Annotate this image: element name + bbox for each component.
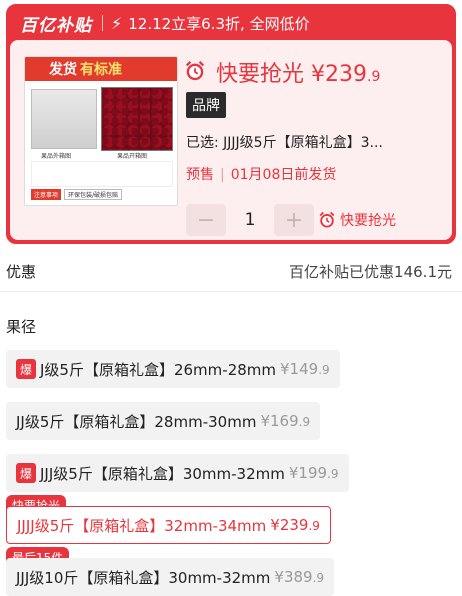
promo-text: 12.12立享6.3折, 全网低价 bbox=[128, 14, 310, 33]
spec-option-label: JJJJ级5斤【原箱礼盒】32mm-34mm bbox=[17, 516, 267, 535]
alarm-clock-icon bbox=[185, 61, 205, 81]
spec-option-price: ¥239.9 bbox=[270, 516, 320, 534]
product-card: 百亿补贴 ⚡ 12.12立享6.3折, 全网低价 发货 有标准 果品外箱图 果品开… bbox=[6, 4, 456, 244]
spec-option-label: JJJ级5斤【原箱礼盒】30mm-32mm bbox=[40, 464, 285, 483]
spec-option[interactable]: 爆 J级5斤【原箱礼盒】26mm-28mm ¥149.9 bbox=[6, 350, 340, 388]
spec-option-price: ¥389.9 bbox=[274, 568, 325, 586]
spec-option-label: JJ级5斤【原箱礼盒】28mm-30mm bbox=[16, 412, 257, 431]
spec-option-price: ¥199.9 bbox=[288, 464, 339, 482]
selected-spec-text[interactable]: 已选: JJJJ级5斤【原箱礼盒】3... bbox=[186, 132, 383, 152]
decrease-button[interactable]: − bbox=[186, 204, 226, 236]
discount-value: 百亿补贴已优惠146.1元 bbox=[289, 263, 452, 281]
thumbnail-spec-table bbox=[31, 161, 173, 187]
spec-option-price: ¥149.9 bbox=[280, 360, 330, 378]
thumbnail-tags: 注意事项 环保包装/破损包赔 bbox=[31, 189, 123, 200]
quantity-value[interactable]: 1 bbox=[226, 210, 274, 230]
hot-badge: 爆 bbox=[16, 359, 36, 379]
spec-option[interactable]: JJ级5斤【原箱礼盒】28mm-30mm ¥169.9 bbox=[6, 402, 321, 440]
quantity-stepper: − 1 + bbox=[186, 204, 314, 236]
spec-option-price: ¥169.9 bbox=[260, 412, 311, 430]
presale-info: 预售 | 01月08日前发货 bbox=[186, 167, 337, 183]
presale-label: 预售 bbox=[186, 167, 214, 183]
price-integer: ¥239 bbox=[311, 62, 368, 87]
increase-button[interactable]: + bbox=[274, 204, 314, 236]
presale-date: 01月08日前发货 bbox=[230, 167, 337, 183]
product-thumbnail[interactable]: 发货 有标准 果品外箱图 果品开箱图 注意事项 环保包装/破损包赔 bbox=[24, 56, 178, 206]
cherry-box-image bbox=[101, 87, 173, 151]
spec-option[interactable]: 爆 JJJ级5斤【原箱礼盒】30mm-32mm ¥199.9 bbox=[6, 454, 349, 492]
subsidy-logo: 百亿补贴 bbox=[20, 15, 92, 36]
discount-label: 优惠 bbox=[6, 263, 37, 281]
price-decimal: .9 bbox=[367, 69, 381, 85]
alarm-clock-icon bbox=[319, 211, 335, 228]
subsidy-banner: 百亿补贴 ⚡ 12.12立享6.3折, 全网低价 bbox=[8, 6, 454, 40]
spec-option-label: JJJ级10斤【原箱礼盒】30mm-32mm bbox=[16, 568, 271, 587]
spec-section-title: 果径 bbox=[6, 318, 37, 336]
product-summary-panel: 发货 有标准 果品外箱图 果品开箱图 注意事项 环保包装/破损包赔 快要抢光 ¥2… bbox=[10, 40, 452, 240]
thumbnail-header: 发货 有标准 bbox=[25, 57, 177, 81]
banner-divider bbox=[102, 15, 103, 31]
thumbnail-caption-left: 果品外箱图 bbox=[41, 153, 72, 160]
price-display: 快要抢光 ¥239.9 bbox=[216, 56, 380, 88]
thumbnail-caption-right: 果品开箱图 bbox=[117, 153, 148, 160]
hot-badge: 爆 bbox=[16, 463, 36, 483]
brand-badge: 品牌 bbox=[186, 92, 226, 118]
gift-box-image bbox=[31, 89, 97, 149]
stock-warning: 快要抢光 bbox=[318, 210, 396, 230]
urgency-label: 快要抢光 bbox=[216, 62, 305, 87]
spec-option[interactable]: JJJ级10斤【原箱礼盒】30mm-32mm ¥389.9 bbox=[6, 558, 335, 596]
stock-warning-label: 快要抢光 bbox=[340, 213, 396, 229]
spec-option-selected[interactable]: JJJJ级5斤【原箱礼盒】32mm-34mm ¥239.9 bbox=[6, 506, 331, 544]
lightning-icon: ⚡ bbox=[111, 13, 123, 33]
discount-row[interactable]: 优惠 百亿补贴已优惠146.1元 bbox=[0, 252, 462, 292]
spec-option-label: J级5斤【原箱礼盒】26mm-28mm bbox=[40, 360, 277, 379]
